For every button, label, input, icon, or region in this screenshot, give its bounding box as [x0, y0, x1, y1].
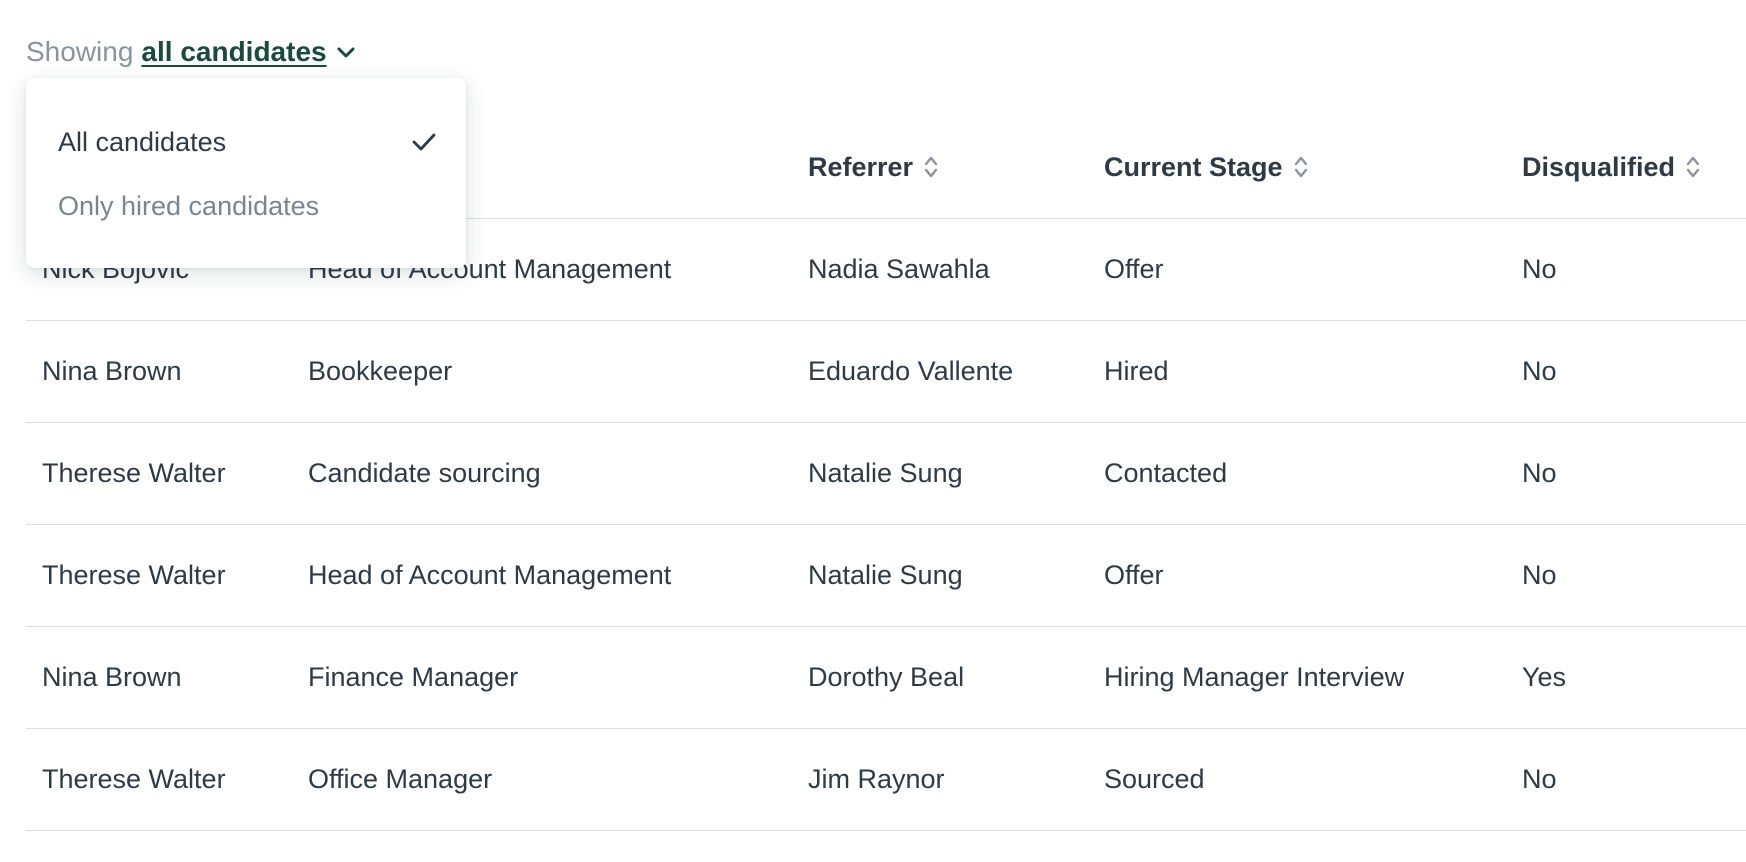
cell-job: Finance Manager [292, 626, 792, 729]
cell-job: Office Manager [292, 728, 792, 831]
table-row[interactable]: Therese Walter Head of Account Managemen… [26, 524, 1746, 627]
column-header-label[interactable]: Current Stage [1104, 152, 1283, 183]
cell-referrer: Dorothy Beal [792, 626, 1088, 729]
column-header-disqualified[interactable]: Disqualified [1506, 116, 1746, 219]
cell-job: Candidate sourcing [292, 422, 792, 525]
cell-candidate: Therese Walter [26, 728, 292, 831]
filter-dropdown-toggle[interactable]: all candidates [141, 34, 356, 70]
cell-disqualified: No [1506, 320, 1746, 423]
dropdown-option-label[interactable]: All candidates [58, 127, 226, 158]
filter-prefix: Showing [26, 36, 134, 67]
sort-icon[interactable] [1685, 154, 1701, 180]
dropdown-option-all-candidates[interactable]: All candidates [58, 118, 438, 166]
cell-disqualified: No [1506, 524, 1746, 627]
sort-icon[interactable] [1293, 154, 1309, 180]
cell-stage: Contacted [1088, 422, 1506, 525]
column-header-label[interactable]: Disqualified [1522, 152, 1675, 183]
cell-stage: Hired [1088, 320, 1506, 423]
cell-disqualified: No [1506, 218, 1746, 321]
cell-referrer: Natalie Sung [792, 524, 1088, 627]
cell-stage: Offer [1088, 524, 1506, 627]
dropdown-option-only-hired[interactable]: Only hired candidates [58, 182, 438, 230]
column-header-current-stage[interactable]: Current Stage [1088, 116, 1506, 219]
column-header-label[interactable]: Referrer [808, 152, 913, 183]
chevron-down-icon[interactable] [335, 41, 357, 63]
table-row[interactable]: Nina Brown Finance Manager Dorothy Beal … [26, 626, 1746, 729]
table-row[interactable]: Therese Walter Candidate sourcing Natali… [26, 422, 1746, 525]
cell-job: Bookkeeper [292, 320, 792, 423]
dropdown-option-label[interactable]: Only hired candidates [58, 191, 319, 222]
cell-disqualified: No [1506, 422, 1746, 525]
cell-disqualified: Yes [1506, 626, 1746, 729]
cell-job: Head of Account Management [292, 524, 792, 627]
sort-icon[interactable] [923, 154, 939, 180]
check-icon [412, 133, 436, 151]
cell-referrer: Eduardo Vallente [792, 320, 1088, 423]
column-header-referrer[interactable]: Referrer [792, 116, 1088, 219]
cell-referrer: Natalie Sung [792, 422, 1088, 525]
filter-dropdown-menu: All candidates Only hired candidates [26, 78, 466, 268]
cell-stage: Hiring Manager Interview [1088, 626, 1506, 729]
cell-candidate: Nina Brown [26, 626, 292, 729]
cell-referrer: Jim Raynor [792, 728, 1088, 831]
filter-value[interactable]: all candidates [141, 34, 326, 70]
cell-disqualified: No [1506, 728, 1746, 831]
table-row[interactable]: Therese Walter Office Manager Jim Raynor… [26, 728, 1746, 831]
cell-candidate: Nina Brown [26, 320, 292, 423]
cell-stage: Offer [1088, 218, 1506, 321]
table-row[interactable]: Nina Brown Bookkeeper Eduardo Vallente H… [26, 320, 1746, 423]
cell-candidate: Therese Walter [26, 422, 292, 525]
candidate-filter: Showing all candidates [26, 34, 357, 70]
cell-referrer: Nadia Sawahla [792, 218, 1088, 321]
cell-candidate: Therese Walter [26, 524, 292, 627]
cell-stage: Sourced [1088, 728, 1506, 831]
